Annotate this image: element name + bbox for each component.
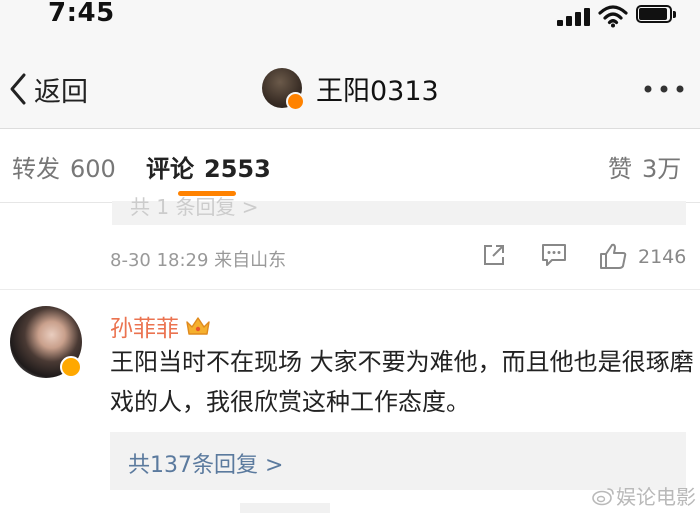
- status-time: 7:45: [48, 0, 115, 28]
- status-bar: 7:45: [0, 0, 700, 44]
- battery-icon: [636, 5, 678, 25]
- previous-replies-link[interactable]: 共 1 条回复 >: [112, 195, 686, 225]
- tab-comments[interactable]: 评论 2553: [146, 149, 271, 184]
- commenter-name[interactable]: 孙菲菲: [110, 309, 211, 343]
- weibo-logo-icon: [592, 487, 614, 505]
- more-dots-icon[interactable]: [643, 84, 685, 94]
- nav-bar: 返回 王阳0313: [0, 44, 700, 129]
- previous-replies-label: 共 1 条回复 >: [130, 195, 259, 219]
- thumbs-up-icon[interactable]: [598, 242, 628, 270]
- tab-label: 评论: [146, 155, 194, 183]
- tab-label: 赞: [608, 155, 632, 183]
- commenter-name-label: 孙菲菲: [110, 316, 179, 342]
- back-label: 返回: [34, 76, 88, 108]
- next-comment-edge: [240, 503, 330, 513]
- commenter-avatar[interactable]: [10, 306, 82, 378]
- back-button[interactable]: 返回: [8, 72, 88, 108]
- watermark: 娱论电影: [592, 481, 696, 510]
- tab-bar: 转发 600 评论 2553 赞 3万: [0, 129, 700, 203]
- tab-label: 转发: [12, 155, 60, 183]
- tab-count: 2553: [204, 155, 271, 183]
- previous-comment-meta: 8-30 18:29 来自山东 2146: [0, 238, 700, 278]
- signal-bars-icon: [557, 8, 591, 26]
- replies-link-label: 共137条回复 >: [128, 453, 284, 478]
- crown-icon: [186, 317, 210, 335]
- nav-profile[interactable]: 王阳0313: [262, 68, 439, 111]
- comment-body: 王阳当时不在现场 大家不要为难他，而且他也是很琢磨戏的人，我很欣赏这种工作态度。: [110, 348, 694, 416]
- share-icon[interactable]: [481, 242, 507, 268]
- tab-count: 600: [70, 155, 116, 183]
- tab-likes[interactable]: 赞 3万: [608, 149, 681, 184]
- watermark-text: 娱论电影: [616, 485, 696, 509]
- wifi-icon: [598, 5, 628, 28]
- comment-timestamp: 8-30 18:29 来自山东: [110, 250, 287, 271]
- tab-count: 3万: [642, 155, 682, 183]
- verified-badge-icon: [286, 92, 305, 111]
- avatar[interactable]: [262, 68, 305, 111]
- comment-icon[interactable]: [540, 242, 568, 268]
- tab-reposts[interactable]: 转发 600: [12, 149, 116, 184]
- page-title: 王阳0313: [316, 75, 439, 107]
- verified-badge-icon: [60, 356, 82, 378]
- like-count: 2146: [638, 246, 687, 268]
- chevron-left-icon: [10, 73, 26, 105]
- comment-divider: [0, 289, 700, 290]
